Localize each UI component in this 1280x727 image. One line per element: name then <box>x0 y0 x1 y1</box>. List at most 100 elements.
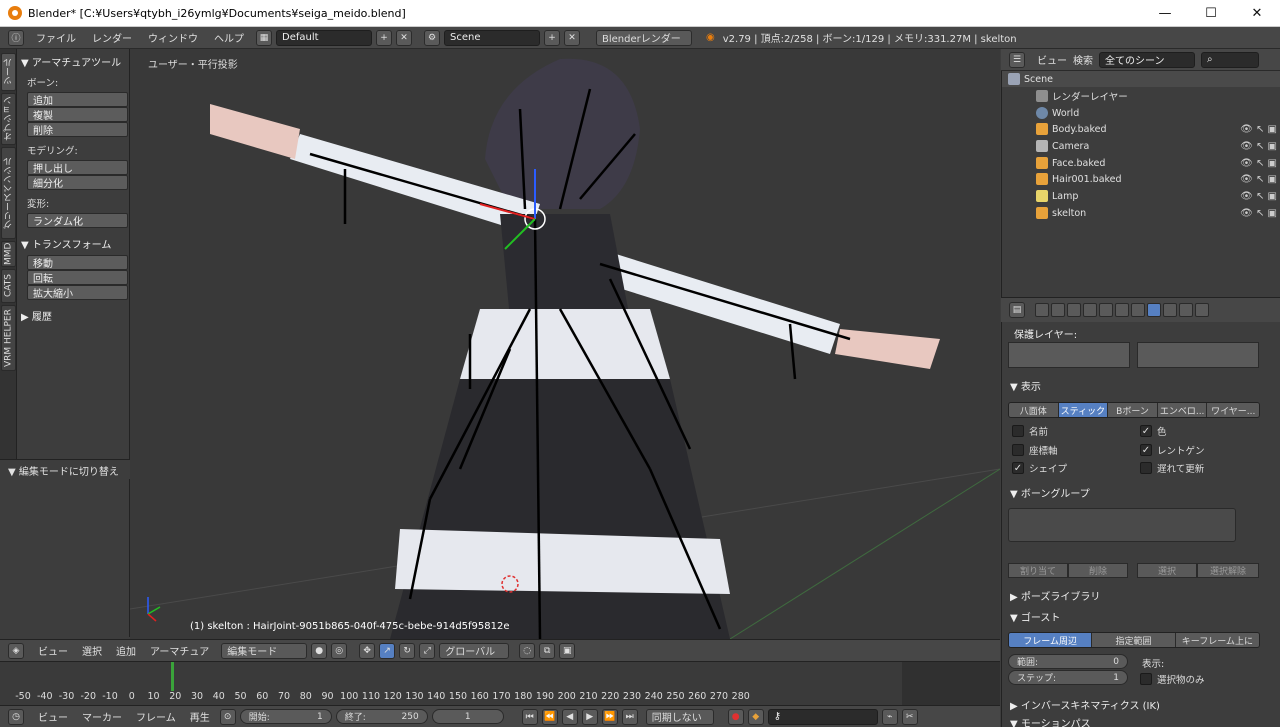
rotate-manipulator-icon[interactable]: ↻ <box>399 642 416 659</box>
properties-editor-icon[interactable]: ▤ <box>1009 302 1025 318</box>
play-icon[interactable]: ▶ <box>581 708 598 725</box>
viewport-menu-armature[interactable]: アーマチュア <box>150 643 209 658</box>
outliner-view-menu[interactable]: ビュー <box>1037 52 1067 67</box>
minimize-button[interactable]: — <box>1142 0 1188 27</box>
protected-layers-grid-a[interactable] <box>1008 342 1130 368</box>
modifiers-tab-icon[interactable] <box>1131 303 1145 317</box>
transform-orientation-dropdown[interactable]: グローバル <box>439 642 510 659</box>
visibility-icons[interactable]: 👁 ↖ ▣ <box>1240 191 1277 202</box>
outliner-row-scene[interactable]: Scene <box>1002 71 1280 87</box>
outliner-row-camera[interactable]: Camera 👁 ↖ ▣ <box>1002 138 1280 154</box>
history-header[interactable]: ▶ 履歴 <box>21 308 125 323</box>
jump-start-icon[interactable]: ⏮ <box>521 708 538 725</box>
render-tab-icon[interactable] <box>1035 303 1049 317</box>
jump-end-icon[interactable]: ⏭ <box>621 708 638 725</box>
outliner-row-hair[interactable]: Hair001.baked 👁 ↖ ▣ <box>1002 171 1280 187</box>
manipulator-icon[interactable]: ✥ <box>359 642 376 659</box>
viewport-menu-select[interactable]: 選択 <box>82 643 102 658</box>
tab-options[interactable]: オプション <box>1 93 16 145</box>
current-frame-indicator[interactable] <box>171 662 174 691</box>
render-layers-tab-icon[interactable] <box>1051 303 1065 317</box>
scene-icon[interactable]: ⚙ <box>424 29 440 46</box>
pivot-icon[interactable]: ◎ <box>331 642 348 659</box>
interaction-mode-dropdown[interactable]: 編集モード <box>221 642 308 659</box>
shading-icon[interactable]: ● <box>311 642 328 659</box>
visibility-icons[interactable]: 👁 ↖ ▣ <box>1240 174 1277 185</box>
jump-prev-key-icon[interactable]: ⏪ <box>541 708 558 725</box>
lock-icon[interactable]: ⊙ <box>219 708 236 725</box>
ghost-step-field[interactable]: ステップ: 1 <box>1008 670 1128 685</box>
outliner-row-skelton[interactable]: skelton 👁 ↖ ▣ <box>1002 205 1280 221</box>
operator-panel-header[interactable]: ▼ 編集モードに切り替え <box>0 459 130 479</box>
tab-mmd[interactable]: MMD <box>1 241 16 267</box>
ghost-in-range[interactable]: 指定範囲 <box>1092 633 1176 647</box>
visibility-icons[interactable]: 👁 ↖ ▣ <box>1240 141 1277 152</box>
tab-cats[interactable]: CATS <box>1 269 16 303</box>
subdivide-button[interactable]: 細分化 <box>27 175 128 190</box>
sync-mode-dropdown[interactable]: 同期しない <box>645 708 714 725</box>
add-layout-icon[interactable]: + <box>376 29 392 46</box>
ghost-range-field[interactable]: 範囲: 0 <box>1008 654 1128 669</box>
remove-button[interactable]: 削除 <box>1068 563 1128 578</box>
texture-tab-icon[interactable] <box>1179 303 1193 317</box>
play-reverse-icon[interactable]: ◀ <box>561 708 578 725</box>
visibility-icons[interactable]: 👁 ↖ ▣ <box>1240 158 1277 169</box>
display-mode-wire[interactable]: ワイヤー... <box>1207 403 1259 417</box>
outliner-row-lamp[interactable]: Lamp 👁 ↖ ▣ <box>1002 188 1280 204</box>
jump-next-key-icon[interactable]: ⏩ <box>601 708 618 725</box>
proportional-edit-icon[interactable]: ◌ <box>519 642 536 659</box>
armature-tools-header[interactable]: ▼ アーマチュアツール <box>21 54 125 69</box>
extrude-button[interactable]: 押し出し <box>27 160 128 175</box>
timeline-menu-playback[interactable]: 再生 <box>190 709 210 724</box>
constraints-tab-icon[interactable] <box>1115 303 1129 317</box>
assign-button[interactable]: 割り当て <box>1008 563 1068 578</box>
bone-constraint-tab-icon[interactable] <box>1195 303 1209 317</box>
world-tab-icon[interactable] <box>1083 303 1097 317</box>
outliner-search-input[interactable]: ⌕ <box>1201 51 1259 68</box>
start-frame-field[interactable]: 開始: 1 <box>239 709 332 724</box>
outliner-row-body[interactable]: Body.baked 👁 ↖ ▣ <box>1002 121 1280 137</box>
maximize-button[interactable]: ☐ <box>1188 0 1234 27</box>
render-preview-icon[interactable]: ▣ <box>559 642 576 659</box>
end-frame-field[interactable]: 終了: 250 <box>335 709 428 724</box>
3d-view-editor-icon[interactable]: ◈ <box>8 642 24 659</box>
timeline-menu-frame[interactable]: フレーム <box>136 709 176 724</box>
outliner-editor-icon[interactable]: ☰ <box>1009 51 1025 68</box>
bone-groups-section-header[interactable]: ▼ ボーングループ <box>1010 485 1090 500</box>
timeline-menu-marker[interactable]: マーカー <box>82 709 122 724</box>
selected-only-checkbox[interactable]: 選択物のみ <box>1140 672 1205 686</box>
xray-checkbox[interactable]: ✓ レントゲン <box>1140 443 1205 457</box>
outliner-display-dropdown[interactable]: 全てのシーン <box>1099 51 1195 68</box>
close-button[interactable]: ✕ <box>1234 0 1280 27</box>
add-scene-icon[interactable]: + <box>544 29 560 46</box>
timeline[interactable]: -50 -40 -30 -20 -10 0 10 20 30 40 50 60 70 80 90 100 110… <box>0 661 1000 706</box>
axes-checkbox[interactable]: 座標軸 <box>1012 443 1058 457</box>
scene-field[interactable]: Scene <box>444 29 540 46</box>
ghost-section-header[interactable]: ▼ ゴースト <box>1010 609 1060 624</box>
armature-data-tab-icon[interactable] <box>1147 303 1161 317</box>
deselect-button[interactable]: 選択解除 <box>1197 563 1259 578</box>
menu-help[interactable]: ヘルプ <box>214 30 244 45</box>
object-tab-icon[interactable] <box>1099 303 1113 317</box>
delay-refresh-checkbox[interactable]: 遅れて更新 <box>1140 461 1204 475</box>
remove-layout-icon[interactable]: ✕ <box>396 29 412 46</box>
display-mode-envelope[interactable]: エンベロ... <box>1157 403 1208 417</box>
keying-set-icon[interactable]: ◆ <box>747 708 764 725</box>
timeline-editor-icon[interactable]: ◷ <box>8 708 24 725</box>
record-icon[interactable]: ● <box>727 708 744 725</box>
delete-key-icon[interactable]: ✂ <box>901 708 918 725</box>
display-section-header[interactable]: ▼ 表示 <box>1010 378 1041 393</box>
remove-scene-icon[interactable]: ✕ <box>564 29 580 46</box>
keying-set-field[interactable]: ⚷ <box>767 708 878 725</box>
transform-header[interactable]: ▼ トランスフォーム <box>21 236 125 251</box>
names-checkbox[interactable]: 名前 <box>1012 424 1048 438</box>
ik-section-header[interactable]: ▶ インバースキネマティクス (IK) <box>1010 697 1160 712</box>
bone-groups-list[interactable] <box>1008 508 1236 542</box>
colors-checkbox[interactable]: ✓ 色 <box>1140 424 1167 438</box>
viewport-menu-view[interactable]: ビュー <box>38 643 68 658</box>
motion-path-section-header[interactable]: ▼ モーションパス <box>1010 715 1091 727</box>
viewport-menu-add[interactable]: 追加 <box>116 643 136 658</box>
display-mode-octahedral[interactable]: 八面体 <box>1009 403 1059 417</box>
ghost-around-frame[interactable]: フレーム周辺 <box>1009 633 1093 647</box>
shapes-checkbox[interactable]: ✓ シェイプ <box>1012 461 1067 475</box>
